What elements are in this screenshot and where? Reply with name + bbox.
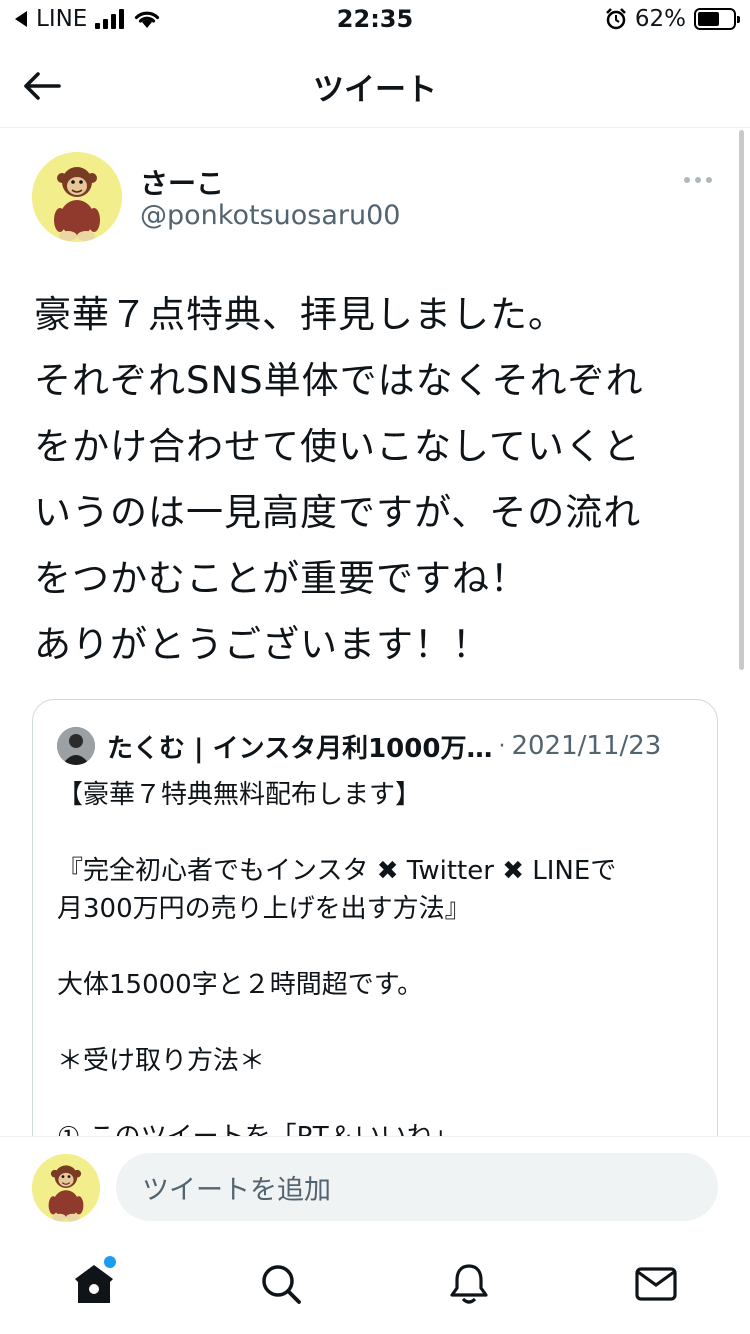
- author-avatar[interactable]: [32, 152, 122, 242]
- monkey-avatar-icon: [32, 1154, 100, 1222]
- alarm-icon: [605, 8, 626, 30]
- bell-icon: [450, 1264, 488, 1304]
- battery-fill: [698, 12, 720, 26]
- tab-notifications[interactable]: [375, 1236, 563, 1334]
- quoted-separator: ·: [498, 733, 506, 759]
- scrollbar[interactable]: [739, 130, 744, 670]
- reply-avatar: [32, 1154, 100, 1222]
- quoted-tweet-header: たくむ | インスタ月利1000万… · 2021/11/23: [57, 726, 693, 766]
- envelope-icon: [635, 1267, 677, 1301]
- reply-bar: ツイートを追加: [0, 1136, 750, 1236]
- tab-bar: [0, 1236, 750, 1334]
- quoted-tweet[interactable]: たくむ | インスタ月利1000万… · 2021/11/23 【豪華７特典無料…: [32, 699, 718, 1159]
- tweet-author: さーこ @ponkotsuosaru00: [32, 150, 718, 250]
- page-title: ツイート: [313, 72, 437, 108]
- person-avatar-icon: [57, 727, 95, 765]
- tweet-detail-screen: LINE 22:35 62% ツイート さーこ @ponkotsuosaru00…: [0, 0, 750, 1334]
- author-name[interactable]: さーこ: [140, 162, 224, 202]
- quoted-author-name: たくむ | インスタ月利1000万…: [107, 733, 493, 764]
- quoted-tweet-text: 【豪華７特典無料配布します】 『完全初心者でもインスタ ✖ Twitter ✖ …: [57, 780, 617, 1152]
- status-bar: LINE 22:35 62%: [0, 0, 750, 40]
- reply-input[interactable]: ツイートを追加: [116, 1153, 718, 1221]
- author-handle[interactable]: @ponkotsuosaru00: [140, 200, 400, 231]
- battery-percent: 62%: [634, 6, 686, 32]
- monkey-avatar-icon: [32, 152, 122, 242]
- more-dot-icon: [684, 177, 690, 183]
- quoted-date: 2021/11/23: [511, 731, 662, 761]
- search-icon: [262, 1265, 302, 1304]
- tab-home[interactable]: [0, 1236, 188, 1334]
- more-dot-icon: [695, 177, 701, 183]
- home-notification-dot: [104, 1256, 116, 1268]
- battery-icon: [694, 8, 740, 30]
- tab-messages[interactable]: [563, 1236, 750, 1334]
- status-right: 62%: [605, 6, 740, 32]
- home-icon: [74, 1265, 113, 1303]
- quoted-author-avatar: [57, 727, 95, 765]
- more-options-button[interactable]: [678, 170, 718, 190]
- more-dot-icon: [706, 177, 712, 183]
- tweet-text: 豪華７点特典、拝見しました。 それぞれSNS単体ではなくそれぞれ をかけ合わせて…: [34, 293, 644, 666]
- nav-header: ツイート: [0, 40, 750, 128]
- tab-search[interactable]: [188, 1236, 376, 1334]
